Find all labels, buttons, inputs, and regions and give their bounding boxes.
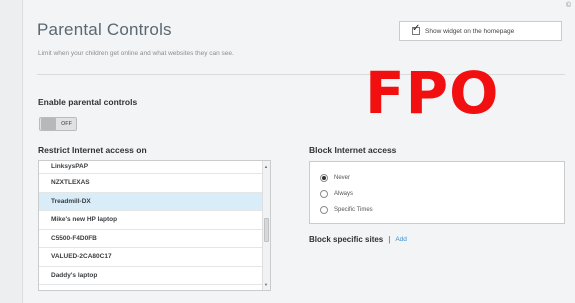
list-item[interactable]: Mike's new HP laptop [39, 211, 270, 230]
list-item-selected[interactable]: Treadmill-DX [39, 192, 270, 211]
radio-icon[interactable] [320, 206, 328, 214]
fpo-overlay: FPO [365, 59, 500, 127]
page-title: Parental Controls [37, 20, 172, 39]
device-list[interactable]: LinksysPAP NZXTLEXAS Treadmill-DX Mike's… [38, 160, 271, 291]
block-specific-sites: Block specific sites | Add [309, 235, 407, 244]
separator: | [388, 235, 391, 244]
device-list-scrollbar[interactable]: ▲ ▼ [262, 161, 270, 290]
list-item[interactable]: NZXTLEXAS [39, 174, 270, 193]
radio-option-never[interactable]: Never [320, 174, 350, 182]
radio-label: Always [334, 191, 354, 197]
list-item[interactable]: VALUED-2CA80C17 [39, 248, 270, 267]
block-sites-label: Block specific sites [309, 235, 384, 244]
radio-label: Never [334, 175, 351, 181]
scroll-up-arrow-icon[interactable]: ▲ [264, 164, 268, 169]
list-item[interactable]: LinksysPAP [39, 161, 270, 174]
restrict-access-label: Restrict Internet access on [38, 145, 147, 155]
checkmark-icon: ✓ [412, 23, 421, 34]
close-icon[interactable]: © [566, 2, 571, 9]
radio-icon[interactable] [320, 190, 328, 198]
radio-selected-icon[interactable] [320, 174, 328, 182]
show-widget-label: Show widget on the homepage [425, 27, 515, 35]
show-widget-checkbox[interactable]: ✓ Show widget on the homepage [399, 21, 562, 41]
parental-controls-toggle[interactable]: OFF [39, 117, 77, 131]
radio-option-specific-times[interactable]: Specific Times [320, 206, 373, 214]
list-item[interactable]: Daddy's laptop [39, 267, 270, 285]
block-internet-access-label: Block Internet access [309, 145, 397, 155]
scroll-down-arrow-icon[interactable]: ▼ [264, 282, 268, 287]
enable-parental-controls-label: Enable parental controls [38, 97, 138, 107]
scrollbar-thumb[interactable] [264, 218, 269, 242]
page-subtitle: Limit when your children get online and … [38, 50, 234, 57]
add-site-link[interactable]: Add [395, 236, 407, 243]
block-access-options: Never Always Specific Times [309, 161, 565, 224]
toggle-state-label: OFF [61, 121, 72, 127]
toggle-knob [41, 118, 56, 130]
checkbox-icon[interactable]: ✓ [412, 23, 420, 35]
radio-label: Specific Times [334, 207, 373, 213]
radio-option-always[interactable]: Always [320, 190, 353, 198]
list-item[interactable]: C5500-F4D0FB [39, 230, 270, 248]
